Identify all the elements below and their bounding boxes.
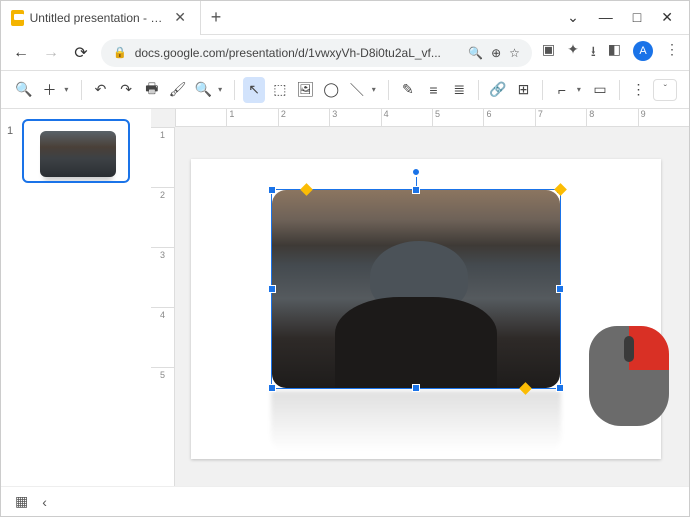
bookmark-icon[interactable]: ◧ bbox=[608, 41, 621, 65]
title-bar: Untitled presentation - Google S ✕ + ⌄ —… bbox=[1, 1, 689, 35]
maximize-button[interactable]: □ bbox=[633, 9, 641, 26]
resize-handle-l[interactable] bbox=[268, 285, 276, 293]
lock-icon: 🔒 bbox=[113, 46, 127, 59]
slides-toolbar: 🔍 ＋ ▾ ↶ ↷ 🖶 🖌 🔍 ▾ ↖ ⬚ 🖼 ◯ ＼ ▾ ✎ ≡ ≣ 🔗 ⊞ … bbox=[1, 71, 689, 109]
new-slide-button[interactable]: ＋ bbox=[39, 77, 61, 103]
slide-number: 1 bbox=[7, 125, 13, 137]
mouse-wheel bbox=[624, 336, 634, 362]
border-weight-button[interactable]: ≡ bbox=[423, 77, 445, 103]
vertical-ruler: 12345 bbox=[151, 127, 175, 486]
mouse-left-button bbox=[589, 326, 629, 370]
more-tools-button[interactable]: ⋮ bbox=[628, 77, 650, 103]
border-dash-button[interactable]: ≣ bbox=[448, 77, 470, 103]
star-icon[interactable]: ☆ bbox=[509, 46, 520, 60]
select-tool[interactable]: ↖ bbox=[243, 77, 265, 103]
zoom-button[interactable]: 🔍 bbox=[192, 77, 214, 103]
thumbnail-image bbox=[40, 131, 116, 177]
mouse-indicator bbox=[589, 326, 669, 426]
undo-button[interactable]: ↶ bbox=[90, 77, 112, 103]
prev-slide-button[interactable]: ‹ bbox=[42, 494, 47, 510]
bottom-bar: ▦ ‹ bbox=[1, 486, 689, 516]
divider bbox=[542, 80, 543, 100]
link-button[interactable]: 🔗 bbox=[487, 77, 509, 103]
tab-title: Untitled presentation - Google S bbox=[30, 11, 165, 25]
zoom-dropdown[interactable]: ▾ bbox=[218, 85, 226, 94]
crop-button[interactable]: ⌐ bbox=[551, 77, 573, 103]
cast-icon[interactable]: ▣ bbox=[542, 41, 555, 65]
divider bbox=[81, 80, 82, 100]
grid-view-button[interactable]: ▦ bbox=[15, 493, 26, 510]
divider bbox=[619, 80, 620, 100]
url-search-icon[interactable]: 🔍 bbox=[468, 46, 483, 60]
search-tool[interactable]: 🔍 bbox=[13, 77, 35, 103]
resize-handle-br[interactable] bbox=[556, 384, 564, 392]
minimize-button[interactable]: — bbox=[599, 9, 613, 26]
divider bbox=[234, 80, 235, 100]
close-window-button[interactable]: ✕ bbox=[661, 9, 673, 26]
comment-button[interactable]: ⊞ bbox=[513, 77, 535, 103]
new-tab-button[interactable]: + bbox=[201, 7, 231, 28]
back-button[interactable]: ← bbox=[11, 44, 31, 62]
paint-format-button[interactable]: 🖌 bbox=[167, 77, 189, 103]
resize-handle-r[interactable] bbox=[556, 285, 564, 293]
chevron-down-icon[interactable]: ⌄ bbox=[567, 9, 579, 26]
slides-icon bbox=[11, 10, 24, 26]
photo-content bbox=[272, 190, 560, 388]
rotate-handle[interactable] bbox=[412, 168, 420, 176]
image-tool[interactable]: 🖼 bbox=[295, 77, 317, 103]
border-color-button[interactable]: ✎ bbox=[397, 77, 419, 103]
reload-button[interactable]: ⟳ bbox=[71, 43, 91, 63]
download-icon[interactable]: ⭳ bbox=[591, 41, 596, 65]
canvas-area[interactable]: 123456789 12345 bbox=[151, 109, 689, 486]
tab-close-icon[interactable]: ✕ bbox=[170, 9, 190, 26]
divider bbox=[478, 80, 479, 100]
textbox-tool[interactable]: ⬚ bbox=[269, 77, 291, 103]
resize-handle-tl[interactable] bbox=[268, 186, 276, 194]
mouse-right-button-highlighted bbox=[629, 326, 669, 370]
selected-image[interactable] bbox=[271, 189, 561, 389]
slide-thumbnail-1[interactable] bbox=[22, 119, 130, 183]
mode-dropdown[interactable]: ˇ bbox=[653, 79, 677, 101]
crop-dropdown[interactable]: ▾ bbox=[577, 85, 585, 94]
redo-button[interactable]: ↷ bbox=[115, 77, 137, 103]
extensions-icon[interactable]: ✦ bbox=[567, 41, 579, 65]
avatar[interactable]: A bbox=[633, 41, 653, 61]
resize-handle-b[interactable] bbox=[412, 384, 420, 392]
workspace: 1 123456789 12345 bbox=[1, 109, 689, 486]
divider bbox=[388, 80, 389, 100]
url-box[interactable]: 🔒 docs.google.com/presentation/d/1vwxyVh… bbox=[101, 39, 532, 67]
slide-panel: 1 bbox=[1, 109, 151, 486]
horizontal-ruler: 123456789 bbox=[175, 109, 689, 127]
browser-menu-icon[interactable]: ⋮ bbox=[665, 41, 679, 65]
new-slide-dropdown[interactable]: ▾ bbox=[64, 85, 72, 94]
shape-tool[interactable]: ◯ bbox=[320, 77, 342, 103]
forward-button[interactable]: → bbox=[41, 44, 61, 62]
resize-handle-bl[interactable] bbox=[268, 384, 276, 392]
print-button[interactable]: 🖶 bbox=[141, 77, 163, 103]
line-tool[interactable]: ＼ bbox=[346, 77, 368, 103]
url-zoom-icon[interactable]: ⊕ bbox=[491, 46, 501, 60]
image-reflection bbox=[271, 391, 561, 451]
line-dropdown[interactable]: ▾ bbox=[372, 85, 380, 94]
mouse-body bbox=[589, 370, 669, 426]
address-bar: ← → ⟳ 🔒 docs.google.com/presentation/d/1… bbox=[1, 35, 689, 71]
url-text: docs.google.com/presentation/d/1vwxyVh-D… bbox=[135, 46, 460, 60]
mask-button[interactable]: ▭ bbox=[589, 77, 611, 103]
resize-handle-t[interactable] bbox=[412, 186, 420, 194]
browser-tab[interactable]: Untitled presentation - Google S ✕ bbox=[1, 1, 201, 35]
